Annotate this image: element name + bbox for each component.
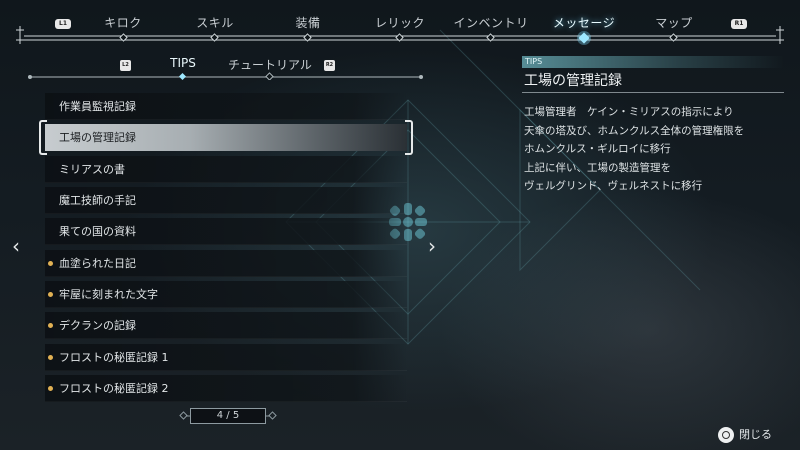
subtab-tips[interactable]: TIPS — [170, 56, 196, 70]
detail-text-line: 工場管理者 ケイン・ミリアスの指示により — [524, 106, 734, 118]
l2-button-icon[interactable]: L2 — [120, 60, 131, 71]
tab-equipment[interactable]: 装備 — [295, 14, 320, 31]
sub-tabs: L2 TIPS チュートリアル R2 — [28, 54, 428, 80]
r2-button-icon[interactable]: R2 — [324, 60, 335, 71]
detail-text-line: 上記に伴い、工場の製造管理を — [524, 161, 671, 174]
detail-category-tag: TIPS — [522, 56, 784, 68]
top-navigation: L1 R1 キロク スキル 装備 レリック インベントリ メッセージ マップ — [0, 0, 800, 46]
list-item-label: 工場の管理記録 — [59, 131, 136, 144]
page-number: 4 / 5 — [190, 408, 266, 424]
list-item-label: フロストの秘匿記録 2 — [59, 382, 169, 395]
list-item[interactable]: 作業員監視記録 — [45, 93, 407, 120]
tab-message[interactable]: メッセージ — [553, 14, 615, 31]
new-indicator-dot — [48, 323, 53, 328]
new-indicator-dot — [48, 261, 53, 266]
tab-map[interactable]: マップ — [655, 14, 693, 31]
prev-page-arrow-icon[interactable]: ‹ — [12, 236, 20, 256]
list-item[interactable]: ミリアスの書 — [45, 156, 407, 183]
list-item-label: ミリアスの書 — [59, 163, 125, 176]
detail-text-line: ホムンクルス・ギルロイに移行 — [524, 143, 671, 155]
new-indicator-dot — [48, 292, 53, 297]
tab-skill[interactable]: スキル — [196, 14, 234, 31]
circle-button-icon[interactable] — [718, 427, 734, 443]
list-item[interactable]: 果ての国の資料 — [45, 218, 407, 245]
list-item-label: 果ての国の資料 — [59, 225, 136, 238]
next-page-arrow-icon[interactable]: › — [428, 236, 436, 256]
list-item-label: デクランの記録 — [59, 319, 136, 332]
detail-text-line: 天傘の塔及び、ホムンクルス全体の管理権限を — [524, 124, 745, 137]
close-label: 閉じる — [739, 428, 772, 441]
detail-text-line: ヴェルグリンド、ヴェルネストに移行 — [524, 180, 703, 192]
list-item-label: 魔工技師の手記 — [59, 194, 136, 207]
list-item[interactable]: フロストの秘匿記録 1 — [45, 344, 407, 371]
page-indicator: 4 / 5 — [178, 406, 278, 426]
subtab-tutorial[interactable]: チュートリアル — [228, 56, 312, 73]
tab-kiroku[interactable]: キロク — [104, 14, 142, 31]
list-item[interactable]: 牢屋に刻まれた文字 — [45, 281, 407, 308]
detail-body: 工場管理者 ケイン・ミリアスの指示により 天傘の塔及び、ホムンクルス全体の管理権… — [524, 103, 794, 196]
list-item[interactable]: 血塗られた日記 — [45, 250, 407, 277]
selection-bracket-right — [405, 120, 413, 155]
detail-title: 工場の管理記録 — [522, 69, 784, 93]
tab-relic[interactable]: レリック — [375, 14, 425, 31]
list-item[interactable]: フロストの秘匿記録 2 — [45, 375, 407, 402]
list-item[interactable]: 魔工技師の手記 — [45, 187, 407, 214]
new-indicator-dot — [48, 386, 53, 391]
list-item-label: 血塗られた日記 — [59, 257, 136, 270]
selection-bracket-left — [39, 120, 47, 155]
list-item-label: 作業員監視記録 — [59, 100, 136, 113]
list-item-label: フロストの秘匿記録 1 — [59, 351, 169, 364]
list-item-selected[interactable]: 工場の管理記録 — [39, 120, 413, 155]
list-item-label: 牢屋に刻まれた文字 — [59, 288, 158, 301]
new-indicator-dot — [48, 355, 53, 360]
tab-inventory[interactable]: インベントリ — [453, 14, 528, 31]
list-item[interactable]: デクランの記録 — [45, 312, 407, 339]
r1-button-icon[interactable]: R1 — [731, 19, 747, 29]
l1-button-icon[interactable]: L1 — [55, 19, 71, 29]
